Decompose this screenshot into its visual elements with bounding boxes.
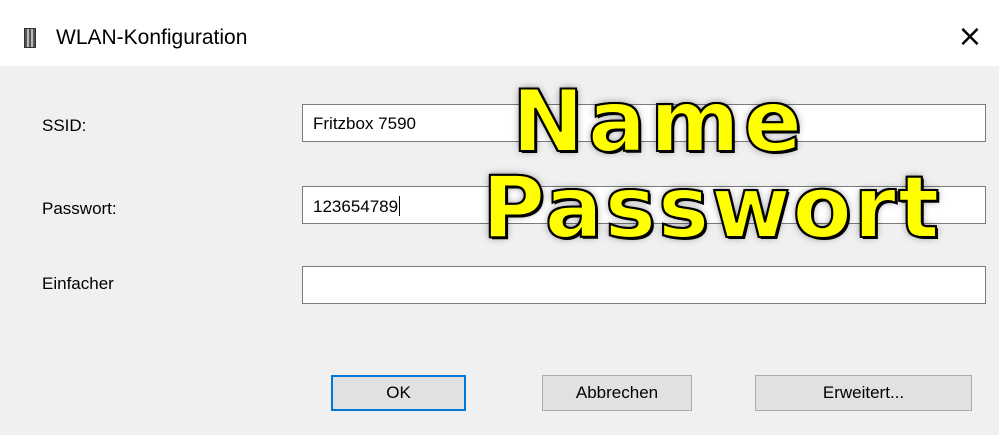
password-value-wrap: 123654789 [313,196,401,217]
window-title: WLAN-Konfiguration [56,26,248,49]
app-icon [24,28,36,48]
advanced-button[interactable]: Erweitert... [755,375,972,411]
ssid-label: SSID: [42,116,87,135]
text-caret [399,196,401,216]
overlay-password-text: Passwort [481,157,942,259]
cancel-button[interactable]: Abbrechen [542,375,692,411]
simple-label: Einfacher [42,274,114,293]
close-button[interactable]: × [951,18,989,56]
ssid-value: Fritzbox 7590 [313,114,416,133]
title-bar: WLAN-Konfiguration × [0,0,999,66]
ok-button[interactable]: OK [331,375,466,411]
password-value: 123654789 [313,197,399,216]
overlay-name-text: Name [511,71,806,173]
password-label: Passwort: [42,199,117,218]
simple-input[interactable] [302,266,986,304]
wlan-config-dialog: WLAN-Konfiguration × SSID: Fritzbox 7590… [0,0,999,435]
